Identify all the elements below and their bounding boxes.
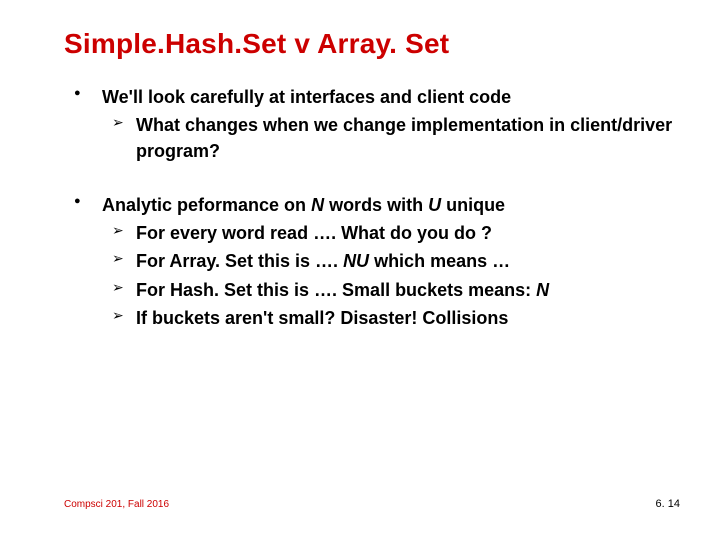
bullet-2: Analytic peformance on N words with U un… <box>64 192 690 330</box>
slide-content: We'll look carefully at interfaces and c… <box>64 84 690 331</box>
bullet-1: We'll look carefully at interfaces and c… <box>64 84 690 164</box>
bullet-2-sub-4-text: If buckets aren't small? Disaster! Colli… <box>136 308 508 328</box>
bullet-2-sub-4: If buckets aren't small? Disaster! Colli… <box>102 305 690 331</box>
bullet-2-sub-1: For every word read …. What do you do ? <box>102 220 690 246</box>
bullet-2-sub-2-text: For Array. Set this is …. NU which means… <box>136 251 510 271</box>
bullet-1-sub-1-text: What changes when we change implementati… <box>136 115 672 161</box>
slide: Simple.Hash.Set v Array. Set We'll look … <box>0 0 720 540</box>
bullet-2-text: Analytic peformance on N words with U un… <box>102 195 505 215</box>
bullet-2-sub-2: For Array. Set this is …. NU which means… <box>102 248 690 274</box>
footer-left: Compsci 201, Fall 2016 <box>64 499 169 510</box>
bullet-2-sub-3-text: For Hash. Set this is …. Small buckets m… <box>136 280 549 300</box>
bullet-2-sub-1-text: For every word read …. What do you do ? <box>136 223 492 243</box>
bullet-1-sub-1: What changes when we change implementati… <box>102 112 690 164</box>
bullet-2-sub-3: For Hash. Set this is …. Small buckets m… <box>102 277 690 303</box>
footer-right: 6. 14 <box>656 498 680 510</box>
slide-title: Simple.Hash.Set v Array. Set <box>64 28 690 60</box>
bullet-1-text: We'll look carefully at interfaces and c… <box>102 87 511 107</box>
